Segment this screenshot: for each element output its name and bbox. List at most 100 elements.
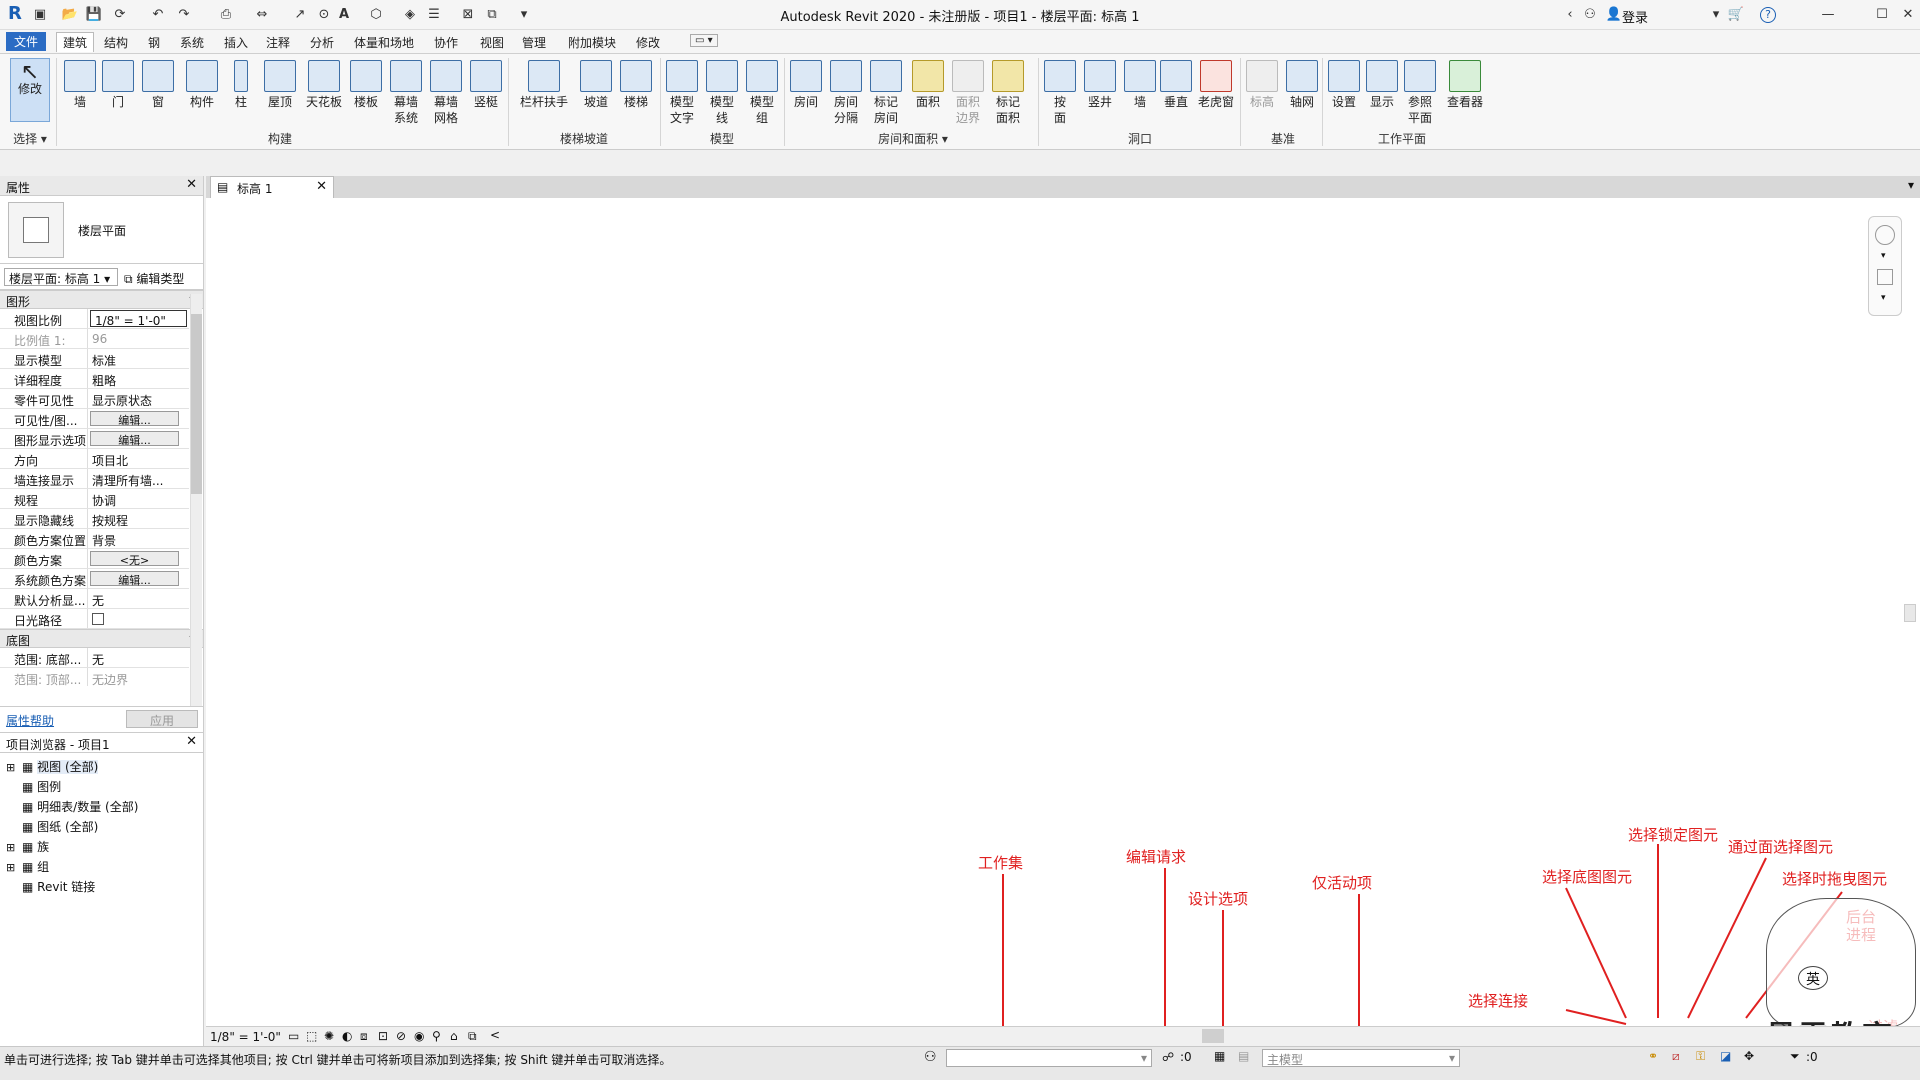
viewer-button[interactable]: 查看器 — [1440, 60, 1490, 110]
close-properties-icon[interactable]: ✕ — [186, 177, 197, 192]
worksets-icon[interactable]: ⚇ — [924, 1049, 937, 1065]
property-row[interactable]: 比例值 1: 96 — [0, 329, 189, 349]
property-edit-button[interactable]: <无> — [90, 551, 179, 567]
select-pinned-icon[interactable]: ⚿ — [1696, 1049, 1705, 1064]
model-text-button[interactable]: 模型 文字 — [664, 60, 700, 126]
menu-architecture[interactable]: 建筑 — [56, 32, 95, 52]
menu-systems[interactable]: 系统 — [180, 34, 204, 51]
menu-collaborate[interactable]: 协作 — [434, 34, 458, 51]
window-button[interactable]: 窗 — [140, 60, 176, 110]
sun-path-checkbox[interactable] — [88, 609, 189, 628]
model-group-button[interactable]: 模型 组 — [744, 60, 780, 126]
redo-icon[interactable]: ↷ — [174, 5, 194, 23]
menu-steel[interactable]: 钢 — [148, 34, 160, 51]
search-back-icon[interactable]: ‹ — [1560, 5, 1580, 23]
property-row[interactable]: 系统颜色方案 编辑... — [0, 569, 189, 589]
shaft-button[interactable]: 竖井 — [1082, 60, 1118, 110]
open-icon[interactable]: 📂 — [60, 5, 80, 23]
property-row[interactable]: 日光路径 — [0, 609, 189, 629]
grid-button[interactable]: 轴网 — [1284, 60, 1320, 110]
modify-button[interactable]: ↖ 修改 — [10, 58, 50, 122]
lock-3d-icon[interactable]: ⚲ — [432, 1029, 441, 1043]
design-options-icon[interactable]: ▦ — [1214, 1049, 1225, 1063]
shadows-icon[interactable]: ◐ — [342, 1029, 352, 1043]
railing-button[interactable]: 栏杆扶手 — [514, 60, 574, 110]
ime-indicator[interactable]: 英 — [1798, 966, 1828, 990]
property-row[interactable]: 视图比例 1/8" = 1'-0" — [0, 309, 189, 329]
property-row[interactable]: 图形显示选项 编辑... — [0, 429, 189, 449]
help-icon[interactable]: ? — [1760, 7, 1776, 23]
scroll-left-icon[interactable]: < — [490, 1028, 500, 1042]
minimize-icon[interactable]: — — [1818, 5, 1838, 23]
wall-opening-button[interactable]: 墙 — [1122, 60, 1158, 110]
apply-button[interactable]: 应用 — [126, 710, 198, 728]
editing-requests-icon[interactable]: ☍ — [1162, 1050, 1174, 1064]
tag-area-button[interactable]: 标记 面积 — [990, 60, 1026, 126]
properties-scrollbar[interactable] — [190, 294, 202, 706]
property-row[interactable]: 默认分析显... 无 — [0, 589, 189, 609]
select-by-face-icon[interactable]: ◪ — [1720, 1049, 1731, 1063]
mullion-button[interactable]: 竖梃 — [466, 60, 506, 110]
area-button[interactable]: 面积 — [910, 60, 946, 110]
browser-item[interactable]: ⊞ ▦ 组 — [6, 855, 203, 875]
section-graphics[interactable]: 图形⌃ — [0, 290, 203, 309]
switch-windows-icon[interactable]: ⧉ — [482, 5, 502, 23]
edit-type-button[interactable]: ⧉ 编辑类型 — [124, 270, 184, 287]
close-hidden-icon[interactable]: ⊠ — [458, 5, 478, 23]
analytical-model-icon[interactable]: ⌂ — [450, 1029, 458, 1043]
floor-button[interactable]: 楼板 — [346, 60, 386, 110]
home-icon[interactable]: ▣ — [30, 5, 50, 23]
property-row[interactable]: 可见性/图... 编辑... — [0, 409, 189, 429]
menu-manage[interactable]: 管理 — [522, 34, 546, 51]
crop-view-icon[interactable]: ⧈ — [360, 1029, 368, 1044]
property-row[interactable]: 范围: 底部... 无 — [0, 648, 189, 668]
room-separator-button[interactable]: 房间 分隔 — [828, 60, 864, 126]
menu-view[interactable]: 视图 — [480, 34, 504, 51]
type-selector[interactable]: 楼层平面: 标高 1 ▾ — [4, 268, 118, 286]
ref-plane-button[interactable]: 参照 平面 — [1402, 60, 1438, 126]
undo-icon[interactable]: ↶ — [148, 5, 168, 23]
property-row[interactable]: 显示模型 标准 — [0, 349, 189, 369]
expand-icon[interactable]: ⊞ — [6, 761, 22, 774]
drawing-canvas[interactable]: ▾ ▾ 工作集 编辑请求 设计选项 仅活动项 选择连接 选择底图图元 选择锁定图… — [206, 198, 1920, 1055]
properties-help-link[interactable]: 属性帮助 — [6, 712, 54, 729]
tag-icon[interactable]: ⊙ — [314, 5, 334, 23]
visual-style-icon[interactable]: ⬚ — [306, 1029, 317, 1043]
sun-path-icon[interactable]: ✺ — [324, 1029, 334, 1043]
sync-icon[interactable]: ⟳ — [110, 5, 130, 23]
maximize-icon[interactable]: ☐ — [1872, 5, 1892, 23]
text-icon[interactable]: A — [334, 5, 354, 23]
scroll-thumb[interactable] — [191, 314, 202, 494]
property-row[interactable]: 颜色方案位置 背景 — [0, 529, 189, 549]
model-line-button[interactable]: 模型 线 — [704, 60, 740, 126]
component-button[interactable]: 构件 — [182, 60, 222, 110]
dimension-icon[interactable]: ↗ — [290, 5, 310, 23]
menu-analyze[interactable]: 分析 — [310, 34, 334, 51]
roof-button[interactable]: 屋顶 — [260, 60, 300, 110]
dropdown-icon[interactable]: ▾ — [1706, 5, 1726, 23]
temp-hide-icon[interactable]: ⊘ — [396, 1029, 406, 1043]
select-underlay-icon[interactable]: ⧄ — [1672, 1049, 1680, 1064]
print-icon[interactable]: ⎙ — [216, 5, 236, 23]
property-row[interactable]: 规程 协调 — [0, 489, 189, 509]
login-link[interactable]: 登录 — [1622, 7, 1648, 26]
design-option-dropdown[interactable]: 主模型 ▾ — [1262, 1049, 1460, 1067]
room-group-label[interactable]: 房间和面积 ▾ — [788, 130, 1038, 147]
close-icon[interactable]: ✕ — [1898, 5, 1918, 23]
property-row[interactable]: 墙连接显示 清理所有墙... — [0, 469, 189, 489]
tab-menu-icon[interactable]: ▾ — [1908, 178, 1914, 192]
section-icon[interactable]: ◈ — [400, 5, 420, 23]
drag-on-select-icon[interactable]: ✥ — [1744, 1049, 1754, 1063]
revit-logo-icon[interactable]: R — [8, 3, 22, 24]
user-icon[interactable]: 👤 — [1604, 5, 1624, 23]
menu-structure[interactable]: 结构 — [104, 34, 128, 51]
reveal-hidden-icon[interactable]: ◉ — [414, 1029, 424, 1043]
dormer-button[interactable]: 老虎窗 — [1194, 60, 1238, 110]
area-boundary-button[interactable]: 面积 边界 — [950, 60, 986, 126]
save-icon[interactable]: 💾 — [84, 5, 104, 23]
ramp-button[interactable]: 坡道 — [578, 60, 614, 110]
detail-level-icon[interactable]: ▭ — [288, 1029, 299, 1043]
select-links-icon[interactable]: ⚭ — [1648, 1049, 1658, 1063]
close-tab-icon[interactable]: ✕ — [316, 179, 327, 194]
checkbox-icon[interactable] — [92, 613, 104, 625]
